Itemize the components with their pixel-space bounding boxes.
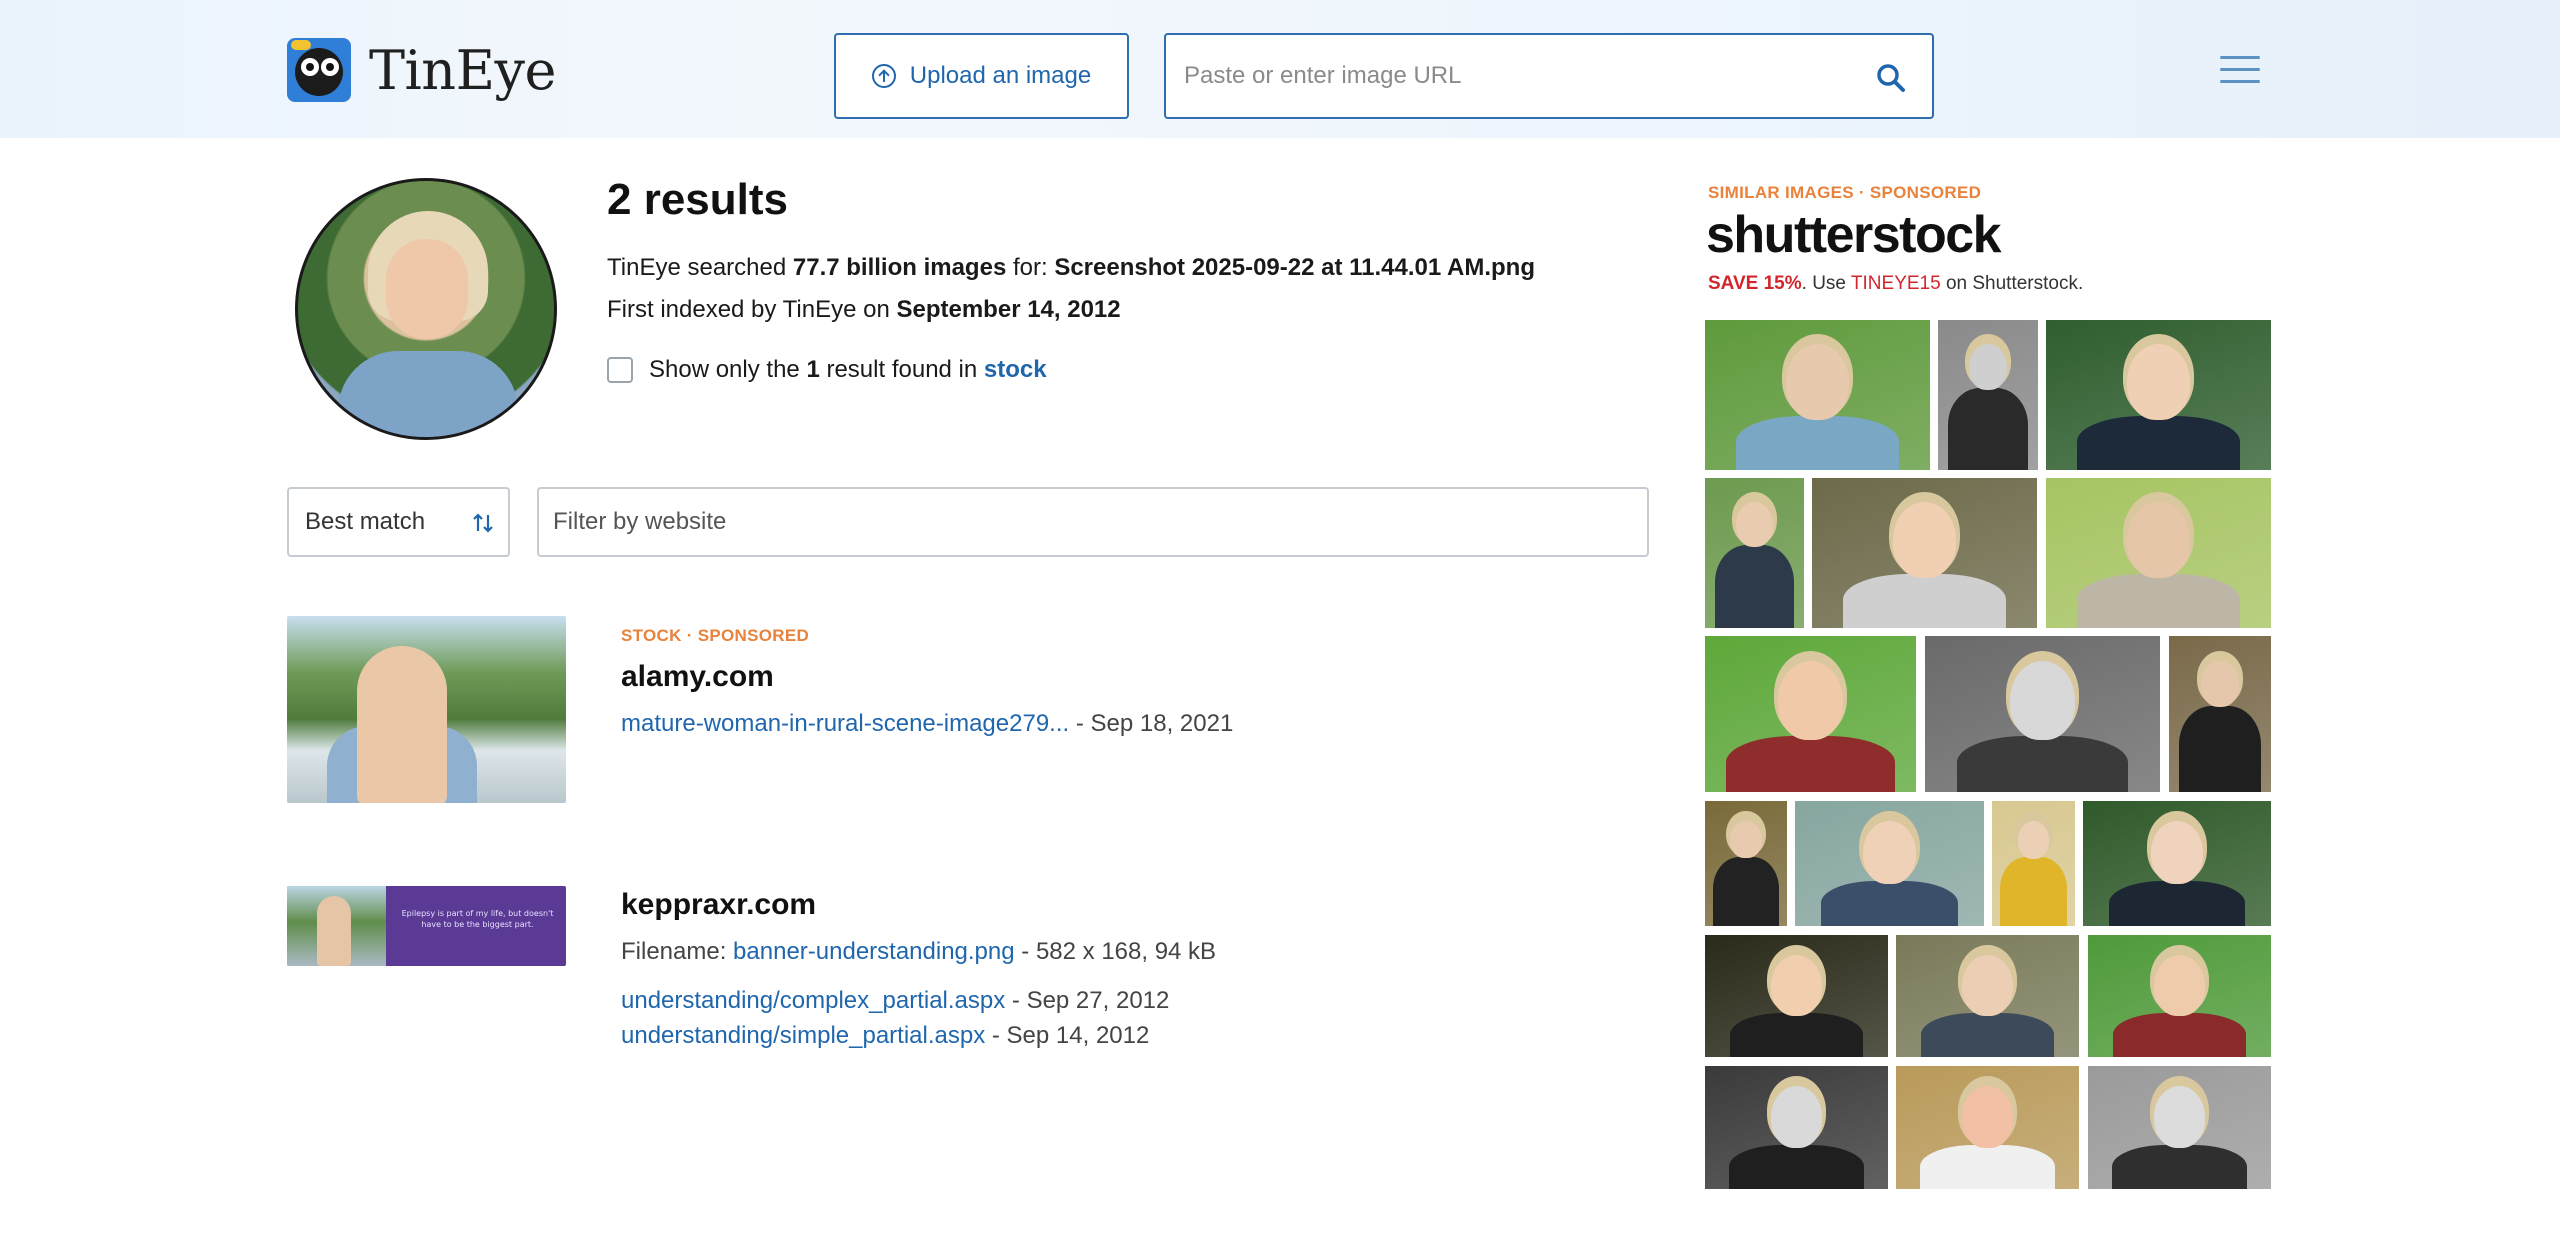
tineye-robot-icon bbox=[287, 38, 351, 102]
result-link-row: mature-woman-in-rural-scene-image279... … bbox=[621, 710, 1233, 738]
file-meta: - 582 x 168, 94 kB bbox=[1014, 938, 1217, 965]
stock-filter-option: Show only the 1 result found in stock bbox=[607, 356, 1047, 384]
first-indexed-line: First indexed by TinEye on September 14,… bbox=[607, 296, 1121, 324]
result-thumbnail-keppraxr[interactable]: Epilepsy is part of my life, but doesn't… bbox=[287, 886, 566, 966]
promo-mid: . Use bbox=[1801, 273, 1851, 294]
similar-images-tag: SIMILAR IMAGES · SPONSORED bbox=[1708, 183, 1982, 202]
similar-image-tile[interactable] bbox=[1705, 935, 1888, 1057]
similar-image-tile[interactable] bbox=[1705, 1066, 1888, 1189]
tineye-logo[interactable]: TinEye bbox=[287, 38, 556, 102]
filename-label: Filename: bbox=[621, 938, 734, 965]
result-link[interactable]: mature-woman-in-rural-scene-image279... bbox=[621, 710, 1069, 737]
query-image-thumbnail bbox=[295, 178, 557, 440]
similar-image-tile[interactable] bbox=[1992, 801, 2075, 926]
query-filename: Screenshot 2025-09-22 at 11.44.01 AM.png bbox=[1054, 254, 1535, 281]
search-icon[interactable] bbox=[1876, 63, 1906, 93]
stock-only-checkbox[interactable] bbox=[607, 357, 633, 383]
searched-prefix: TinEye searched bbox=[607, 254, 793, 281]
sort-arrows-icon bbox=[473, 513, 493, 533]
similar-image-tile[interactable] bbox=[2046, 478, 2271, 628]
similar-image-tile[interactable] bbox=[2046, 320, 2271, 470]
stock-prefix: Show only the bbox=[649, 356, 800, 383]
results-count-title: 2 results bbox=[607, 175, 788, 224]
indexed-date: September 14, 2012 bbox=[896, 296, 1121, 323]
similar-image-tile[interactable] bbox=[1705, 320, 1930, 470]
indexed-prefix: First indexed by TinEye on bbox=[607, 296, 897, 323]
result-link-row: understanding/simple_partial.aspx - Sep … bbox=[621, 1022, 1149, 1050]
result-date: - Sep 18, 2021 bbox=[1069, 710, 1234, 737]
similar-image-tile[interactable] bbox=[1705, 478, 1804, 628]
result-domain[interactable]: keppraxr.com bbox=[621, 888, 816, 922]
promo-suffix: on Shutterstock. bbox=[1940, 273, 2084, 294]
image-url-field bbox=[1164, 33, 1934, 119]
upload-image-button[interactable]: Upload an image bbox=[834, 33, 1129, 119]
upload-arrow-icon bbox=[871, 64, 896, 88]
similar-image-tile[interactable] bbox=[2088, 935, 2271, 1057]
stock-middle: result found in bbox=[826, 356, 978, 383]
result-tags: STOCK · SPONSORED bbox=[621, 626, 810, 645]
result-filename-link[interactable]: banner-understanding.png bbox=[733, 938, 1015, 965]
result-date: - Sep 27, 2012 bbox=[1005, 987, 1170, 1014]
stock-link[interactable]: stock bbox=[984, 356, 1047, 384]
result-link[interactable]: understanding/complex_partial.aspx bbox=[621, 987, 1005, 1014]
similar-image-tile[interactable] bbox=[1705, 636, 1916, 792]
result-date: - Sep 14, 2012 bbox=[985, 1022, 1150, 1049]
website-filter-field bbox=[537, 487, 1649, 557]
similar-image-tile[interactable] bbox=[1896, 1066, 2079, 1189]
similar-image-tile[interactable] bbox=[1896, 935, 2079, 1057]
similar-image-tile[interactable] bbox=[2088, 1066, 2271, 1189]
searched-summary: TinEye searched 77.7 billion images for:… bbox=[607, 254, 1535, 282]
similar-image-tile[interactable] bbox=[1925, 636, 2160, 792]
hamburger-menu-icon[interactable] bbox=[2220, 56, 2260, 84]
stock-count: 1 bbox=[806, 356, 820, 383]
logo-text: TinEye bbox=[369, 38, 556, 102]
similar-image-tile[interactable] bbox=[1705, 801, 1787, 926]
result-thumbnail-alamy[interactable] bbox=[287, 616, 566, 803]
top-header: TinEye Upload an image bbox=[0, 0, 2560, 138]
thumbnail-caption: Epilepsy is part of my life, but doesn't… bbox=[401, 909, 554, 929]
similar-image-tile[interactable] bbox=[2083, 801, 2271, 926]
similar-image-tile[interactable] bbox=[1938, 320, 2038, 470]
promo-line: SAVE 15%. Use TINEYE15 on Shutterstock. bbox=[1708, 273, 2083, 295]
similar-image-tile[interactable] bbox=[1812, 478, 2037, 628]
result-link-row: understanding/complex_partial.aspx - Sep… bbox=[621, 987, 1169, 1015]
website-filter-input[interactable] bbox=[553, 489, 1633, 555]
result-filename-row: Filename: banner-understanding.png - 582… bbox=[621, 938, 1216, 966]
shutterstock-logo[interactable]: shutterstock bbox=[1706, 205, 2002, 265]
searched-for: for: bbox=[1006, 254, 1055, 281]
upload-button-label: Upload an image bbox=[909, 62, 1092, 89]
similar-image-tile[interactable] bbox=[2169, 636, 2271, 792]
searched-count: 77.7 billion images bbox=[792, 254, 1007, 281]
result-domain[interactable]: alamy.com bbox=[621, 660, 774, 694]
sort-select[interactable]: Best match bbox=[287, 487, 510, 557]
promo-code: TINEYE15 bbox=[1850, 273, 1941, 294]
sort-label: Best match bbox=[305, 508, 426, 535]
result-link[interactable]: understanding/simple_partial.aspx bbox=[621, 1022, 985, 1049]
promo-discount: SAVE 15% bbox=[1708, 273, 1802, 294]
similar-image-tile[interactable] bbox=[1795, 801, 1984, 926]
image-url-input[interactable] bbox=[1184, 35, 1864, 117]
